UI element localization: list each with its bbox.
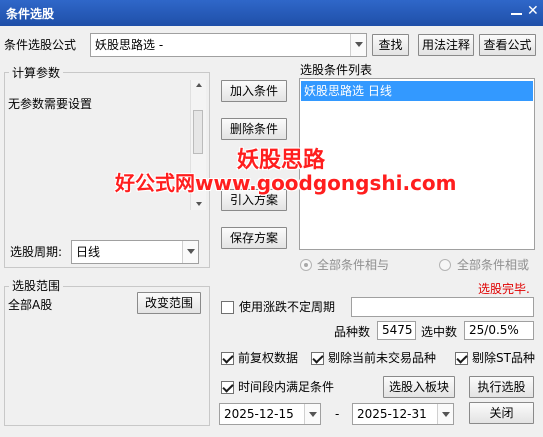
scroll-down-icon[interactable] <box>196 202 202 206</box>
chevron-down-icon[interactable] <box>350 34 366 56</box>
add-to-block-button[interactable]: 选股入板块 <box>383 376 455 398</box>
condition-listbox[interactable]: 妖股思路选 日线 <box>299 78 535 250</box>
formula-label: 条件选股公式 <box>4 38 77 52</box>
prior-adjust-checkbox[interactable] <box>221 352 234 365</box>
range-group-title: 选股范围 <box>9 279 64 293</box>
close-button[interactable]: 关闭 <box>469 402 534 424</box>
delete-condition-button[interactable]: 删除条件 <box>221 118 287 140</box>
scroll-thumb[interactable] <box>193 110 203 154</box>
prior-adjust-label: 前复权数据 <box>238 351 299 365</box>
period-select-value: 日线 <box>76 245 101 259</box>
irregular-period-checkbox[interactable] <box>221 301 234 314</box>
formula-select[interactable]: 妖股思路选 - <box>90 33 367 57</box>
range-value: 全部A股 <box>8 298 53 312</box>
exclude-st-label: 剔除ST品种 <box>472 351 535 365</box>
calendar-dropdown-icon[interactable] <box>437 404 453 424</box>
formula-select-value: 妖股思路选 - <box>95 38 164 52</box>
condition-list-title: 选股条件列表 <box>300 63 373 77</box>
view-formula-button[interactable]: 查看公式 <box>479 34 536 56</box>
time-range-checkbox[interactable] <box>221 381 234 394</box>
selected-label: 选中数 <box>421 325 458 339</box>
watermark-line2: 好公式网www.goodgongshi.com <box>115 171 457 195</box>
run-selection-button[interactable]: 执行选股 <box>469 376 534 398</box>
all-or-label: 全部条件相或 <box>457 258 530 272</box>
all-and-label: 全部条件相与 <box>317 258 390 272</box>
exclude-suspended-label: 剔除当前未交易品种 <box>328 351 437 365</box>
minimize-icon[interactable] <box>511 5 523 19</box>
exclude-st-checkbox[interactable] <box>455 352 468 365</box>
exclude-suspended-checkbox[interactable] <box>311 352 324 365</box>
count-label: 品种数 <box>334 325 371 339</box>
date-separator: - <box>335 407 340 421</box>
calendar-dropdown-icon[interactable] <box>304 404 320 424</box>
end-date-picker[interactable]: 2025-12-31 <box>352 403 454 425</box>
period-select[interactable]: 日线 <box>71 240 199 264</box>
period-label: 选股周期: <box>10 245 63 259</box>
all-and-radio[interactable] <box>300 259 312 271</box>
save-scheme-button[interactable]: 保存方案 <box>221 227 287 249</box>
params-group-title: 计算参数 <box>9 66 64 80</box>
count-value: 5475 <box>377 321 416 340</box>
window-title: 条件选股 <box>6 7 55 21</box>
time-range-label: 时间段内满足条件 <box>238 380 335 394</box>
all-or-radio[interactable] <box>439 259 451 271</box>
start-date-value: 2025-12-15 <box>224 407 294 421</box>
no-params-message: 无参数需要设置 <box>8 97 93 111</box>
find-button[interactable]: 查找 <box>372 34 409 56</box>
selected-value: 25/0.5% <box>464 321 534 340</box>
end-date-value: 2025-12-31 <box>357 407 427 421</box>
close-icon[interactable]: ✕ <box>527 3 539 19</box>
scroll-up-icon[interactable] <box>196 83 202 87</box>
irregular-period-input[interactable] <box>351 297 534 317</box>
title-bar: 条件选股 ✕ <box>0 0 543 26</box>
change-range-button[interactable]: 改变范围 <box>137 292 201 314</box>
usage-notes-button[interactable]: 用法注释 <box>418 34 474 56</box>
status-text: 选股完毕. <box>478 282 530 296</box>
start-date-picker[interactable]: 2025-12-15 <box>219 403 321 425</box>
add-condition-button[interactable]: 加入条件 <box>221 80 287 102</box>
condition-list-item[interactable]: 妖股思路选 日线 <box>301 81 533 101</box>
chevron-down-icon[interactable] <box>182 241 198 263</box>
irregular-period-label: 使用涨跌不定周期 <box>239 300 336 314</box>
